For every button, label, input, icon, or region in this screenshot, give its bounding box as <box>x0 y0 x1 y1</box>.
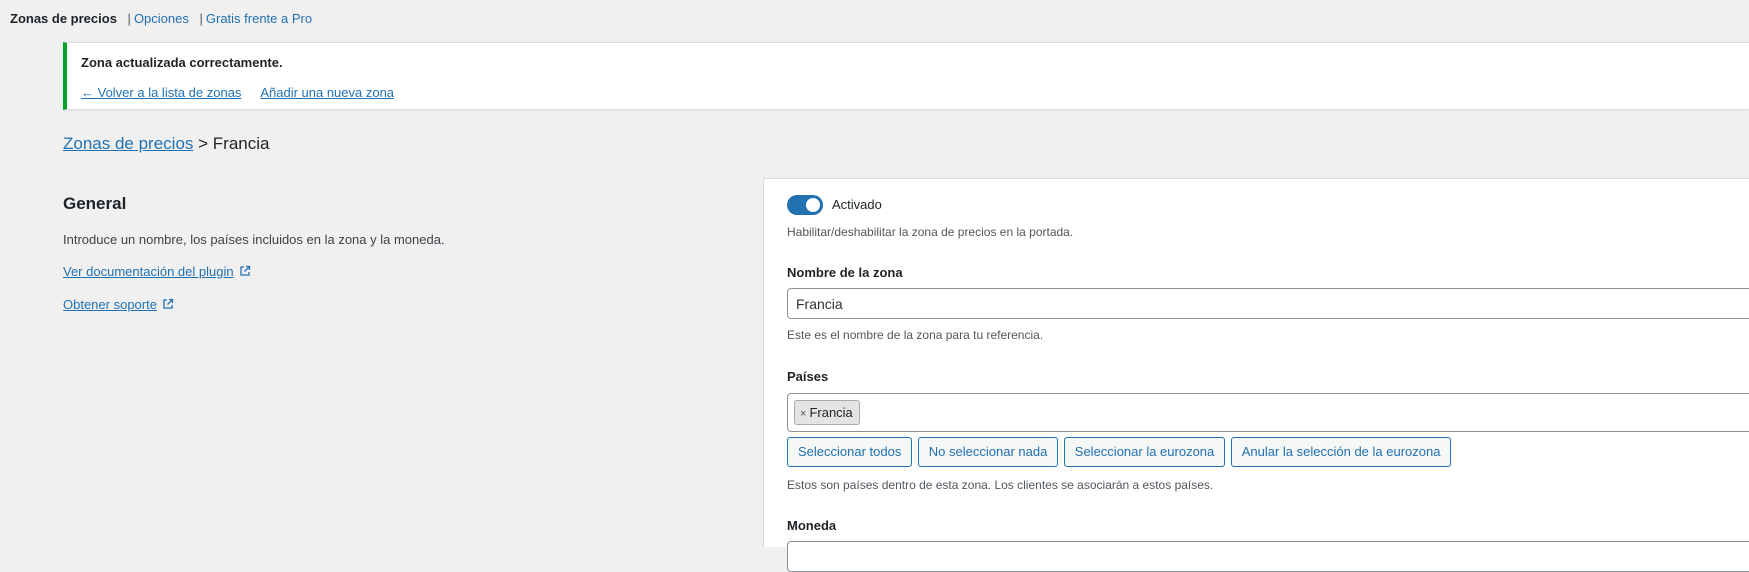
countries-label: Países <box>787 369 829 384</box>
notice-message: Zona actualizada correctamente. <box>81 55 283 70</box>
support-link[interactable]: Obtener soporte <box>63 297 157 312</box>
subnav-options-link[interactable]: Opciones <box>134 11 189 26</box>
enabled-label: Activado <box>832 197 882 212</box>
subnav-current: Zonas de precios <box>10 11 117 26</box>
breadcrumb-current: Francia <box>212 134 270 153</box>
select-eurozone-button[interactable]: Seleccionar la eurozona <box>1063 437 1226 467</box>
countries-help: Estos son países dentro de esta zona. Lo… <box>787 478 1214 492</box>
success-notice: Zona actualizada correctamente. ← Volver… <box>63 42 1749 110</box>
zone-name-help: Este es el nombre de la zona para tu ref… <box>787 328 1044 342</box>
external-link-icon <box>239 265 250 276</box>
zone-name-label: Nombre de la zona <box>787 265 903 280</box>
add-zone-link[interactable]: Añadir una nueva zona <box>260 85 394 100</box>
select-all-button[interactable]: Seleccionar todos <box>787 437 913 467</box>
zone-name-input[interactable] <box>787 288 1749 319</box>
back-to-zones-link[interactable]: ← Volver a la lista de zonas <box>81 85 241 100</box>
enabled-toggle[interactable] <box>787 195 823 215</box>
documentation-link[interactable]: Ver documentación del plugin <box>63 264 234 279</box>
toggle-knob <box>806 198 820 212</box>
subnav: Zonas de precios | Opciones | Gratis frent… <box>10 11 312 27</box>
country-buttons: Seleccionar todos No seleccionar nada Se… <box>787 437 1452 467</box>
zone-form-panel: Activado Habilitar/deshabilitar la zona … <box>763 178 1749 572</box>
country-chip-label: Francia <box>809 405 853 420</box>
notice-links: ← Volver a la lista de zonas Añadir una … <box>81 85 410 100</box>
breadcrumb-parent-link[interactable]: Zonas de precios <box>63 134 193 153</box>
currency-select[interactable] <box>787 541 1749 572</box>
subnav-separator: | <box>127 11 131 26</box>
remove-country-icon[interactable]: × <box>800 408 806 420</box>
enabled-help: Habilitar/deshabilitar la zona de precio… <box>787 225 1074 239</box>
breadcrumb-separator: > <box>193 134 213 153</box>
currency-label: Moneda <box>787 518 837 533</box>
section-title: General <box>63 194 127 213</box>
country-chip: × Francia <box>794 400 860 425</box>
countries-select[interactable]: × Francia <box>787 393 1749 432</box>
page-title: Zonas de precios > Francia <box>63 134 269 154</box>
subnav-separator: | <box>199 11 203 26</box>
subnav-pro-link[interactable]: Gratis frente a Pro <box>206 11 312 26</box>
select-none-button[interactable]: No seleccionar nada <box>917 437 1059 467</box>
section-description: Introduce un nombre, los países incluido… <box>63 232 445 247</box>
doc-link-wrapper: Ver documentación del plugin <box>63 264 251 279</box>
support-link-wrapper: Obtener soporte <box>63 297 174 312</box>
external-link-icon <box>163 298 174 309</box>
deselect-eurozone-button[interactable]: Anular la selección de la eurozona <box>1230 437 1452 467</box>
